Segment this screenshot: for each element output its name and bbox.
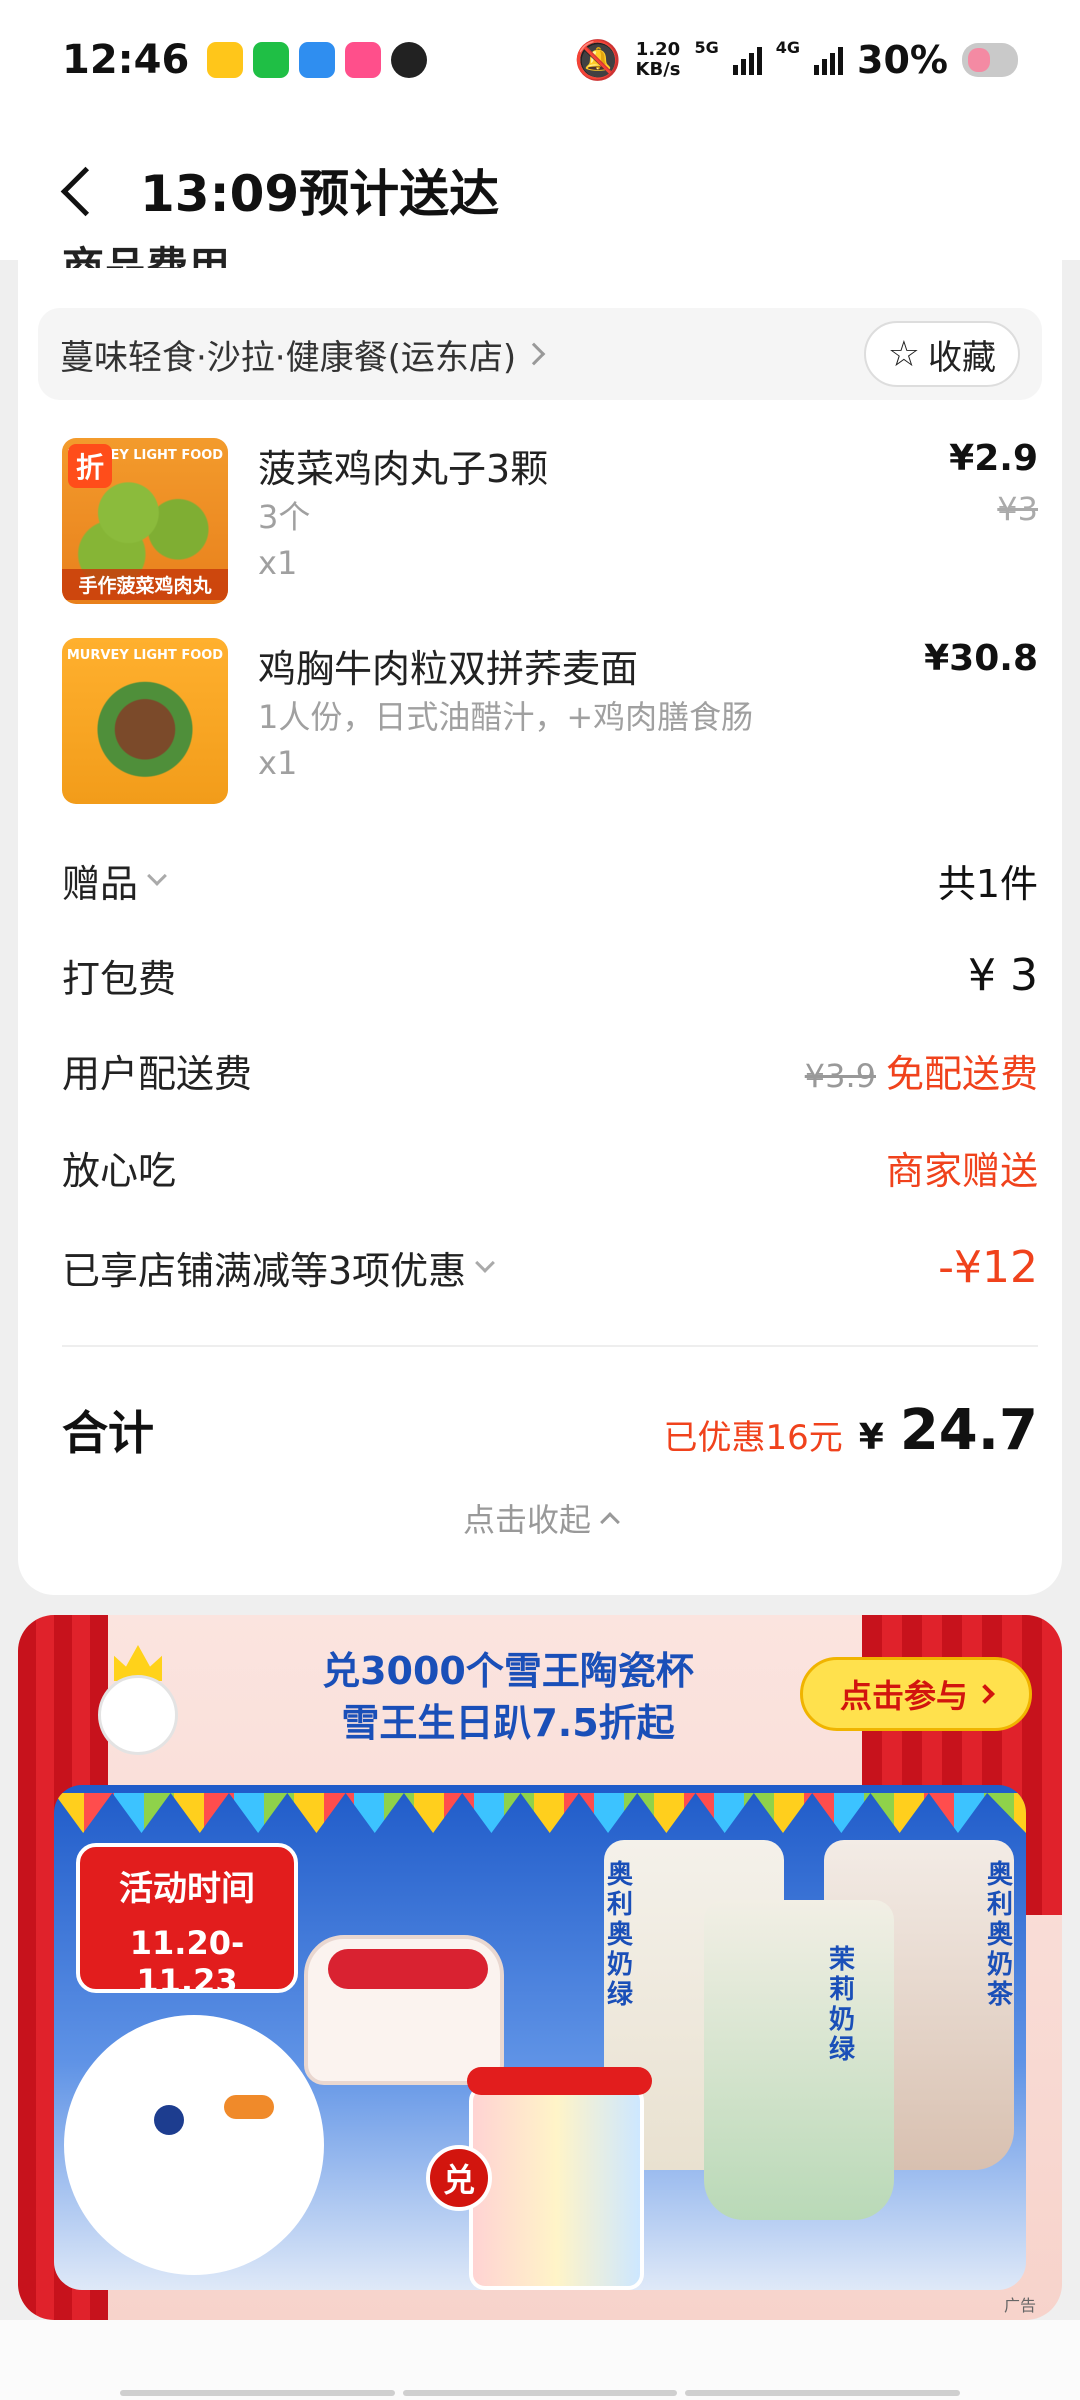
packing-fee-row: 打包费 ¥ 3 <box>62 945 1038 1005</box>
favorite-label: 收藏 <box>928 337 996 378</box>
item-name: 鸡胸牛肉粒双拼荞麦面 <box>258 647 639 691</box>
item-price: ¥2.9 <box>949 438 1038 479</box>
mascot-icon <box>78 1635 188 1775</box>
delivery-original-fee: ¥3.9 <box>804 1056 876 1095</box>
order-detail-card: 商品费用 蔓味轻食·沙拉·健康餐(运东店) ☆ 收藏 MURVEY LIGHT … <box>18 243 1062 1595</box>
chevron-right-icon <box>522 342 546 366</box>
event-dates: 11.20-11.23 <box>129 1924 245 2000</box>
total-label: 合计 <box>62 1406 154 1460</box>
divider <box>62 1345 1038 1347</box>
packing-fee-label: 打包费 <box>62 956 177 1001</box>
discount-label: 已享店铺满减等3项优惠 <box>62 1248 467 1293</box>
signal-icon <box>814 45 844 75</box>
notification-icons <box>207 42 428 78</box>
promo-banner[interactable]: 兑3000个雪王陶瓷杯 雪王生日趴7.5折起 点击参与 奥利奥奶绿 茉莉奶绿 奥… <box>18 1615 1062 2320</box>
status-bar: 12:46 🔕 1.20 KB/s 5G 4G 30% <box>0 0 1080 120</box>
total-amount: 24.7 <box>899 1397 1038 1463</box>
sim2-label: 4G <box>775 37 801 57</box>
redeem-badge: 兑 <box>426 2145 492 2211</box>
delivery-fee-value: 免配送费 <box>885 1051 1038 1096</box>
item-image-brand: MURVEY LIGHT FOOD <box>66 648 224 663</box>
bunting-decoration <box>54 1793 1026 1833</box>
scroll-indicator <box>120 2390 961 2396</box>
page-title: 13:09预计送达 <box>140 165 500 223</box>
app-notification-icon <box>345 42 382 78</box>
discount-value: -¥12 <box>938 1241 1038 1293</box>
ad-tag: 广告 <box>1003 2296 1036 2315</box>
status-time: 12:46 <box>62 37 190 83</box>
store-row[interactable]: 蔓味轻食·沙拉·健康餐(运东店) ☆ 收藏 <box>38 308 1042 400</box>
order-item[interactable]: MURVEY LIGHT FOOD 鸡胸牛肉粒双拼荞麦面 1人份，日式油醋汁，+… <box>62 638 1038 808</box>
drink-cup-illustration <box>704 1900 894 2220</box>
mute-icon: 🔕 <box>574 37 622 82</box>
chevron-right-icon <box>975 1684 995 1704</box>
gift-row[interactable]: 赠品 共1件 <box>62 850 1038 910</box>
banner-scene: 奥利奥奶绿 茉莉奶绿 奥利奥奶茶 兑 活动时间 11.20-11.23 <box>54 1785 1026 2290</box>
sim1-label: 5G <box>694 37 719 57</box>
app-notification-icon <box>207 42 244 78</box>
assurance-row: 放心吃 商家赠送 <box>62 1137 1038 1197</box>
total-values: 已优惠16元 ¥ 24.7 <box>664 1398 1039 1463</box>
cup-label: 茉莉奶绿 <box>828 1945 855 2065</box>
item-quantity: x1 <box>258 744 298 782</box>
item-original-price: ¥3 <box>997 490 1038 528</box>
snowman-mascot-illustration <box>64 2015 324 2275</box>
battery-percent: 30% <box>857 38 948 82</box>
banner-title: 兑3000个雪王陶瓷杯 雪王生日趴7.5折起 <box>248 1645 768 1749</box>
discount-row[interactable]: 已享店铺满减等3项优惠 -¥12 <box>62 1237 1038 1297</box>
currency-symbol: ¥ <box>858 1416 884 1458</box>
discount-badge: 折 <box>68 444 112 488</box>
order-item[interactable]: MURVEY LIGHT FOOD 折 手作菠菜鸡肉丸 菠菜鸡肉丸子3颗 3个 … <box>62 438 1038 608</box>
cake-illustration <box>304 1935 504 2085</box>
net-speed-unit: KB/s <box>635 59 681 80</box>
mug-illustration <box>467 2067 652 2290</box>
event-time-label: 活动时间 <box>119 1869 255 1909</box>
wechat-icon <box>253 42 290 78</box>
assurance-label: 放心吃 <box>62 1148 177 1193</box>
item-price: ¥30.8 <box>924 638 1038 679</box>
qq-icon <box>391 42 428 78</box>
item-image: MURVEY LIGHT FOOD <box>62 638 228 804</box>
gift-label: 赠品 <box>62 861 139 906</box>
section-title: 商品费用 <box>62 243 231 268</box>
net-speed-value: 1.20 <box>635 39 681 60</box>
chevron-up-icon <box>600 1512 620 1532</box>
banner-title-line2: 雪王生日趴7.5折起 <box>341 1701 675 1745</box>
chevron-down-icon <box>147 866 167 886</box>
item-spec: 1人份，日式油醋汁，+鸡肉膳食肠 <box>258 698 754 736</box>
collapse-button[interactable]: 点击收起 <box>18 1495 1062 1541</box>
cup-label: 奥利奥奶茶 <box>986 1860 1013 2010</box>
battery-icon <box>962 43 1018 77</box>
join-button-label: 点击参与 <box>839 1677 968 1715</box>
signal-icon <box>732 45 762 75</box>
gift-value: 共1件 <box>937 861 1038 906</box>
bottom-area <box>0 2320 1080 2400</box>
favorite-button[interactable]: ☆ 收藏 <box>863 321 1020 387</box>
item-name: 菠菜鸡肉丸子3颗 <box>258 447 549 491</box>
packing-fee-value: ¥ 3 <box>968 949 1038 1001</box>
item-image: MURVEY LIGHT FOOD 折 手作菠菜鸡肉丸 <box>62 438 228 604</box>
app-notification-icon <box>299 42 336 78</box>
item-image-caption: 手作菠菜鸡肉丸 <box>62 569 228 600</box>
chevron-down-icon <box>475 1253 496 1273</box>
assurance-value: 商家赠送 <box>885 1148 1038 1193</box>
back-icon[interactable] <box>58 160 98 220</box>
collapse-label: 点击收起 <box>462 1501 591 1539</box>
total-row: 合计 已优惠16元 ¥ 24.7 <box>62 1390 1038 1470</box>
cup-label: 奥利奥奶绿 <box>606 1860 633 2010</box>
store-name[interactable]: 蔓味轻食·沙拉·健康餐(运东店) <box>60 330 516 379</box>
status-right: 🔕 1.20 KB/s 5G 4G 30% <box>574 38 1018 83</box>
net-speed: 1.20 KB/s <box>636 40 681 80</box>
event-time-box: 活动时间 11.20-11.23 <box>76 1843 298 2000</box>
saved-amount: 已优惠16元 <box>663 1417 843 1458</box>
star-icon: ☆ <box>887 333 920 375</box>
banner-title-line1: 兑3000个雪王陶瓷杯 <box>322 1649 694 1693</box>
item-spec: 3个 <box>258 498 311 536</box>
delivery-fee-values: ¥3.9 免配送费 <box>805 1043 1038 1098</box>
join-button[interactable]: 点击参与 <box>800 1657 1032 1731</box>
mascot-head <box>98 1675 178 1755</box>
delivery-fee-label: 用户配送费 <box>62 1051 253 1096</box>
delivery-fee-row: 用户配送费 ¥3.9 免配送费 <box>62 1040 1038 1100</box>
item-quantity: x1 <box>258 544 298 582</box>
